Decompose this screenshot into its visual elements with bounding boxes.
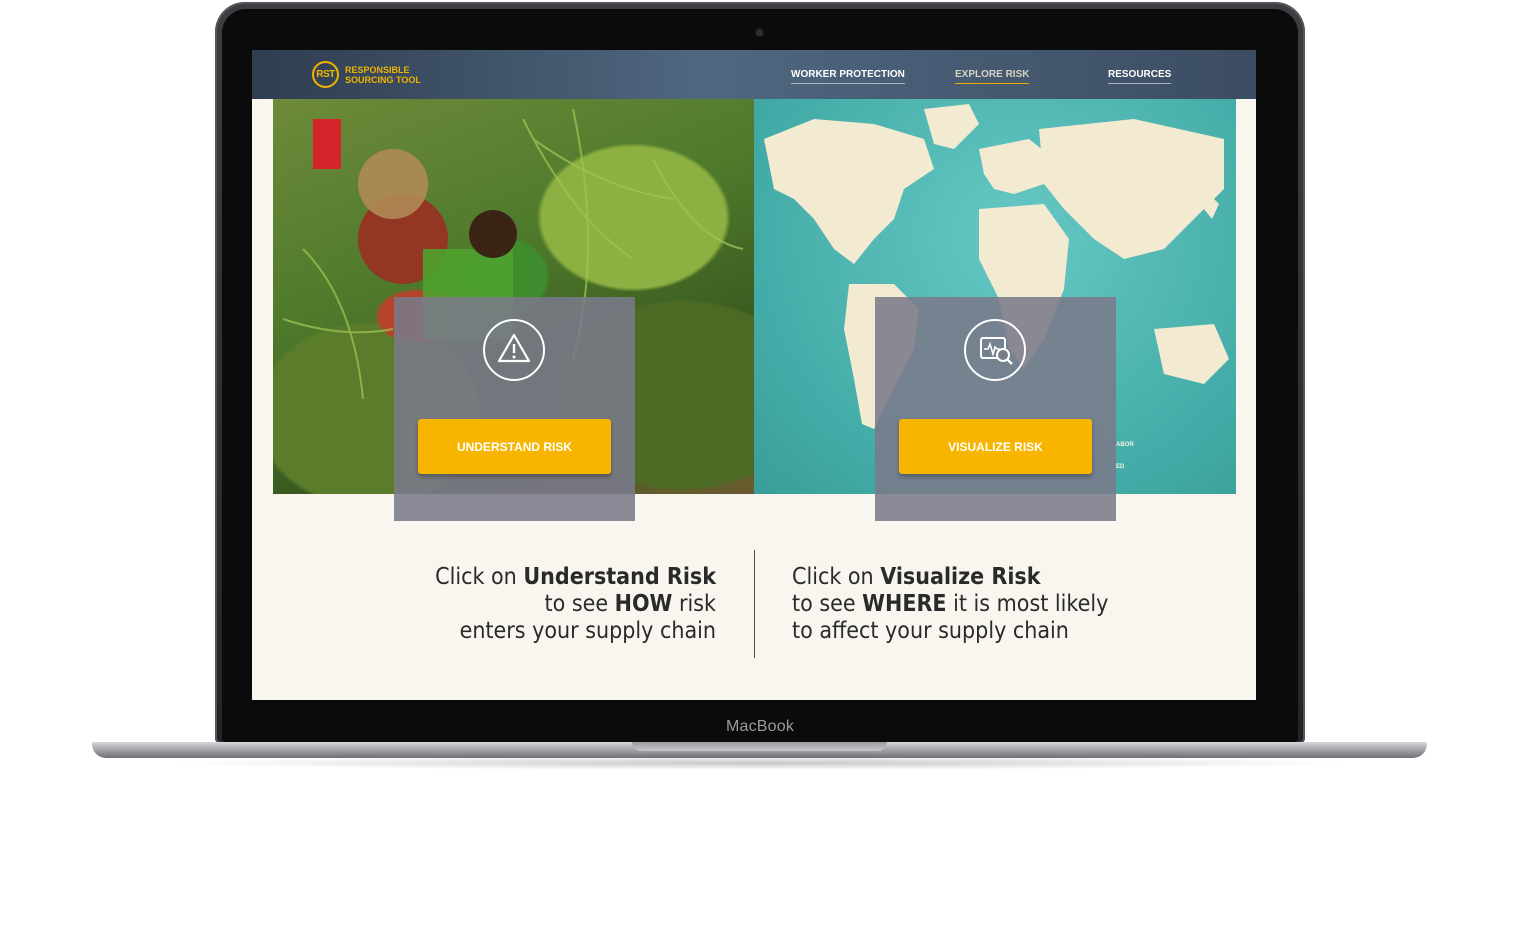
logo-mark: RST bbox=[312, 61, 339, 88]
device-label: MacBook bbox=[725, 718, 795, 735]
monitor-search-icon bbox=[964, 319, 1026, 381]
nav-resources[interactable]: RESOURCES bbox=[1108, 69, 1172, 84]
desc-right-line2-text: to see bbox=[792, 591, 863, 617]
north-america bbox=[764, 119, 934, 264]
nav-worker-protection[interactable]: WORKER PROTECTION bbox=[791, 69, 905, 84]
website-screen: RST RESPONSIBLE SOURCING TOOL WORKER PRO… bbox=[252, 50, 1256, 700]
map-legend-label-2: ED bbox=[1116, 464, 1125, 470]
top-navbar: RST RESPONSIBLE SOURCING TOOL WORKER PRO… bbox=[252, 50, 1256, 99]
description-divider bbox=[754, 550, 755, 658]
desc-left-line2-post: risk bbox=[672, 591, 716, 617]
visualize-risk-button[interactable]: VISUALIZE RISK bbox=[899, 419, 1092, 474]
desc-right-line1-text: Click on bbox=[792, 564, 881, 590]
camera-icon bbox=[756, 29, 763, 36]
worker-head bbox=[469, 210, 517, 258]
understand-risk-button[interactable]: UNDERSTAND RISK bbox=[418, 419, 611, 474]
visualize-risk-description: Click on Visualize Risk to see WHERE it … bbox=[792, 564, 1212, 645]
worker-figure bbox=[313, 119, 341, 169]
logo-line-1: RESPONSIBLE bbox=[345, 64, 410, 75]
desc-right-line2-post: it is most likely bbox=[946, 591, 1109, 617]
desc-left-line1-bold: Understand Risk bbox=[523, 564, 716, 590]
australia bbox=[1154, 324, 1229, 384]
understand-risk-card: UNDERSTAND RISK bbox=[394, 297, 635, 521]
map-legend-label-1: ABOR bbox=[1116, 442, 1134, 448]
warning-icon bbox=[483, 319, 545, 381]
understand-risk-description: Click on Understand Risk to see HOW risk… bbox=[352, 564, 716, 645]
greenland bbox=[924, 104, 979, 149]
laptop-shadow bbox=[160, 756, 1360, 770]
desc-right-line2-bold: WHERE bbox=[862, 591, 947, 617]
laptop-notch bbox=[632, 742, 887, 751]
desc-right-line1-bold: Visualize Risk bbox=[880, 564, 1041, 590]
desc-left-line2-text: to see bbox=[544, 591, 615, 617]
desc-right-line3: to affect your supply chain bbox=[792, 618, 1069, 644]
site-logo[interactable]: RST RESPONSIBLE SOURCING TOOL bbox=[312, 61, 421, 88]
logo-line-2: SOURCING TOOL bbox=[345, 74, 421, 85]
logo-text: RESPONSIBLE SOURCING TOOL bbox=[345, 65, 421, 85]
desc-left-line2-bold: HOW bbox=[614, 591, 673, 617]
nav-explore-risk[interactable]: EXPLORE RISK bbox=[955, 69, 1030, 84]
desc-left-line1-text: Click on bbox=[435, 564, 524, 590]
visualize-risk-card: VISUALIZE RISK bbox=[875, 297, 1116, 521]
desc-left-line3: enters your supply chain bbox=[459, 618, 716, 644]
